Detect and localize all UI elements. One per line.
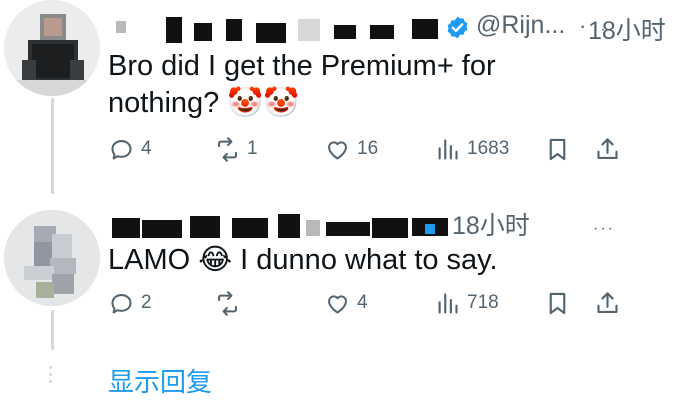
reply-tweet[interactable]: 18小时 ··· LAMO 😂 I dunno what to say. 2 4… bbox=[0, 200, 693, 350]
reply-icon bbox=[111, 293, 132, 314]
more-replies-dots bbox=[48, 366, 54, 387]
thread-line bbox=[51, 310, 54, 350]
tweet-header: @Rijn... · 18小时 ··· bbox=[108, 9, 693, 45]
views-button[interactable]: 1683 bbox=[434, 134, 509, 164]
bookmark-button[interactable] bbox=[544, 288, 571, 318]
avatar[interactable] bbox=[4, 0, 100, 96]
tweet-actions: 4 1 16 1683 bbox=[108, 134, 623, 164]
tweet-actions: 2 4 718 bbox=[108, 288, 623, 318]
views-button[interactable]: 718 bbox=[434, 288, 499, 318]
like-count: 4 bbox=[357, 292, 368, 313]
share-icon bbox=[597, 137, 618, 159]
like-button[interactable]: 16 bbox=[324, 134, 378, 164]
verified-badge-icon bbox=[447, 16, 468, 39]
like-count: 16 bbox=[357, 138, 379, 159]
tweet-time[interactable]: 18小时 bbox=[452, 206, 530, 242]
more-options-icon[interactable]: ··· bbox=[593, 21, 615, 39]
retweet-icon bbox=[218, 290, 237, 316]
separator-dot: · bbox=[579, 13, 587, 38]
reply-count: 2 bbox=[141, 292, 152, 313]
retweet-icon bbox=[218, 136, 237, 162]
tweet-text: LAMO 😂 I dunno what to say. bbox=[108, 244, 498, 276]
pixelated-avatar-image bbox=[4, 210, 100, 306]
reply-icon bbox=[111, 139, 132, 160]
reply-tweet[interactable]: @Rijn... · 18小时 ··· Bro did I get the Pr… bbox=[0, 0, 693, 200]
retweet-count: 1 bbox=[247, 138, 258, 159]
heart-icon bbox=[328, 140, 347, 160]
tweet-text: Bro did I get the Premium+ for nothing? … bbox=[108, 50, 496, 119]
thread-line bbox=[51, 98, 54, 194]
reply-button[interactable]: 2 bbox=[108, 288, 152, 318]
user-handle[interactable]: @Rijn... bbox=[476, 11, 565, 40]
bookmark-button[interactable] bbox=[544, 134, 571, 164]
retweet-button[interactable]: 1 bbox=[214, 134, 258, 164]
share-icon bbox=[597, 291, 618, 313]
analytics-bars-icon bbox=[438, 138, 458, 160]
pixelated-avatar-image bbox=[4, 0, 100, 96]
share-button[interactable] bbox=[594, 134, 621, 164]
analytics-bars-icon bbox=[438, 292, 458, 314]
view-count: 718 bbox=[467, 292, 499, 313]
bookmark-icon bbox=[549, 138, 566, 160]
share-button[interactable] bbox=[594, 288, 621, 318]
view-count: 1683 bbox=[467, 138, 510, 159]
more-options-icon[interactable]: ··· bbox=[593, 220, 615, 238]
tweet-header: 18小时 ··· bbox=[108, 208, 693, 244]
bookmark-icon bbox=[549, 292, 566, 314]
retweet-button[interactable] bbox=[214, 288, 247, 318]
reply-button[interactable]: 4 bbox=[108, 134, 152, 164]
heart-icon bbox=[328, 294, 347, 314]
avatar[interactable] bbox=[4, 210, 100, 306]
show-replies-link[interactable]: 显示回复 bbox=[108, 362, 212, 399]
like-button[interactable]: 4 bbox=[324, 288, 368, 318]
reply-count: 4 bbox=[141, 138, 152, 159]
